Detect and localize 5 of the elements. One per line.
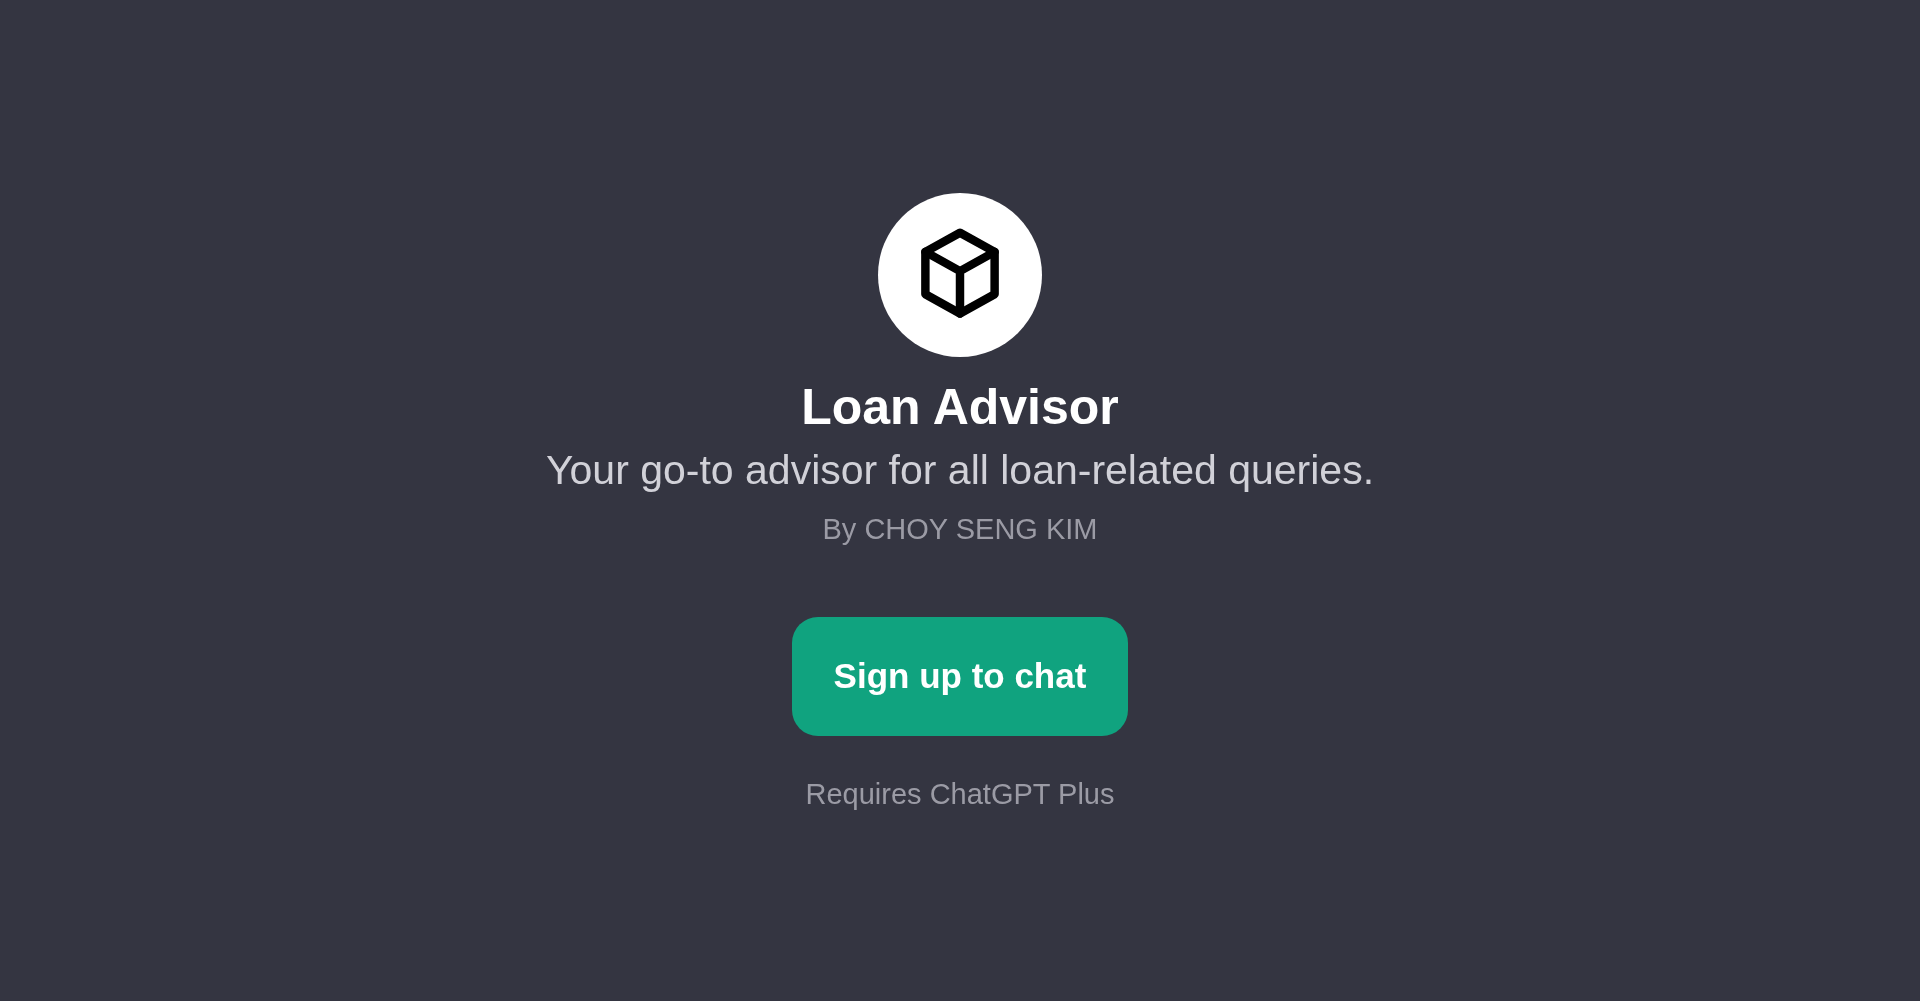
sign-up-button[interactable]: Sign up to chat [792, 617, 1128, 736]
gpt-description: Your go-to advisor for all loan-related queries. [545, 446, 1375, 495]
gpt-title: Loan Advisor [801, 378, 1119, 437]
requirement-note: Requires ChatGPT Plus [805, 777, 1115, 812]
gpt-author: By CHOY SENG KIM [822, 512, 1098, 548]
